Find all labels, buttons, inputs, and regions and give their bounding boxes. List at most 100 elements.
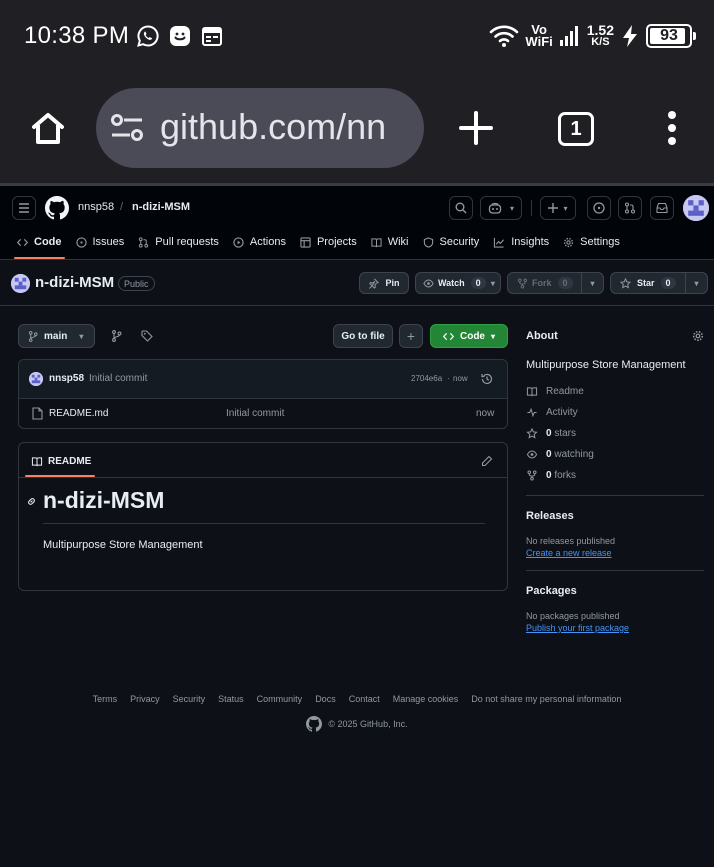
footer-link-contact[interactable]: Contact (348, 694, 381, 704)
file-name[interactable]: README.md (49, 408, 108, 419)
tab-pull-requests[interactable]: Pull requests (131, 230, 226, 254)
branches-link[interactable] (106, 326, 126, 346)
watch-button[interactable]: Watch 0 ▾ (415, 272, 501, 294)
pencil-icon[interactable] (481, 455, 493, 467)
speed-value: 1.52 (586, 22, 614, 38)
copilot-button[interactable]: ▾ (480, 196, 522, 220)
about-watching[interactable]: 0 watching (526, 444, 704, 465)
footer-link-manage-cookies[interactable]: Manage cookies (392, 694, 460, 704)
url-text[interactable]: github.com/nn (160, 106, 386, 148)
latest-commit-row: nnsp58 Initial commit 2704e6a · now (19, 360, 507, 399)
releases-title[interactable]: Releases (526, 510, 704, 522)
tab-wiki[interactable]: Wiki (364, 230, 416, 254)
footer-link-do-not-share[interactable]: Do not share my personal information (470, 694, 622, 704)
tab-security[interactable]: Security (416, 230, 487, 254)
search-button[interactable] (449, 196, 473, 220)
commit-message[interactable]: Initial commit (89, 373, 147, 384)
star-button[interactable]: Star 0 ▾ (610, 272, 708, 294)
about-description: Multipurpose Store Management (526, 359, 686, 371)
readme-tab[interactable]: README (25, 451, 95, 477)
tab-pull-requests-label: Pull requests (155, 236, 219, 248)
breadcrumb-owner[interactable]: nnsp58 (78, 201, 114, 213)
tab-insights[interactable]: Insights (486, 230, 556, 254)
tab-projects[interactable]: Projects (293, 230, 364, 254)
tab-actions[interactable]: Actions (226, 230, 293, 254)
stars-label: stars (554, 428, 577, 439)
footer-link-security[interactable]: Security (172, 694, 207, 704)
star-dropdown-icon[interactable]: ▾ (685, 273, 707, 293)
about-readme[interactable]: Readme (526, 381, 704, 402)
user-avatar[interactable] (683, 195, 709, 221)
pull-requests-button[interactable] (618, 196, 642, 220)
forks-label: forks (554, 470, 577, 481)
branch-selector[interactable]: main ▾ (18, 324, 95, 348)
go-to-file-button[interactable]: Go to file (333, 324, 393, 348)
pin-button[interactable]: Pin (359, 272, 409, 294)
readme-body: Multipurpose Store Management (43, 539, 203, 551)
hamburger-button[interactable] (12, 196, 36, 220)
site-settings-icon[interactable] (110, 112, 144, 144)
create-new-button[interactable]: ▾ (540, 196, 576, 220)
branch-icon (28, 330, 38, 342)
github-logo-icon[interactable] (45, 196, 69, 220)
repo-title[interactable]: n-dizi-MSM (35, 274, 114, 291)
status-time: 10:38 PM (24, 22, 130, 49)
issues-button[interactable] (587, 196, 611, 220)
about-stars[interactable]: 0 stars (526, 423, 704, 444)
fork-dropdown-icon[interactable]: ▾ (581, 273, 603, 293)
file-row[interactable]: README.md Initial commit now (19, 399, 507, 428)
fork-button[interactable]: Fork 0 ▾ (507, 272, 604, 294)
copyright-text: © 2025 GitHub, Inc. (328, 719, 408, 729)
create-dropdown-icon: ▾ (563, 203, 568, 213)
history-icon[interactable] (480, 372, 494, 386)
browser-toolbar: github.com/nn 1 (0, 72, 714, 183)
packages-title[interactable]: Packages (526, 585, 704, 597)
file-icon (32, 407, 43, 420)
gear-icon[interactable] (692, 330, 704, 342)
footer-link-docs[interactable]: Docs (314, 694, 337, 704)
star-label: Star (637, 278, 655, 288)
breadcrumb-repo[interactable]: n-dizi-MSM (132, 201, 190, 213)
inbox-icon (656, 202, 668, 214)
inbox-button[interactable] (650, 196, 674, 220)
wifi-icon (490, 25, 519, 47)
issues-icon (75, 236, 87, 248)
code-button[interactable]: Code ▾ (430, 324, 508, 348)
github-logo-icon[interactable] (306, 716, 323, 732)
tab-code[interactable]: Code (10, 230, 69, 259)
footer-link-privacy[interactable]: Privacy (129, 694, 161, 704)
readme-divider (19, 477, 507, 478)
breadcrumb-separator: / (120, 201, 124, 213)
add-file-button[interactable]: + (399, 324, 423, 348)
about-activity[interactable]: Activity (526, 402, 704, 423)
commit-author[interactable]: nnsp58 (49, 373, 84, 384)
forks-count: 0 (546, 470, 552, 481)
fork-count: 0 (557, 277, 573, 289)
new-tab-button[interactable] (452, 104, 500, 152)
create-release-link[interactable]: Create a new release (526, 548, 704, 558)
footer-link-terms[interactable]: Terms (92, 694, 119, 704)
link-icon[interactable] (26, 496, 37, 507)
tab-settings[interactable]: Settings (556, 230, 627, 254)
browser-menu-button[interactable] (654, 104, 690, 152)
spacer-2 (480, 639, 481, 640)
about-forks[interactable]: 0 forks (526, 465, 704, 486)
tab-issues[interactable]: Issues (69, 230, 132, 254)
releases-empty: No releases published (526, 536, 616, 546)
watching-label: watching (554, 449, 594, 460)
commit-hash[interactable]: 2704e6a (411, 374, 442, 383)
identicon-icon (11, 274, 30, 293)
repo-title-row: n-dizi-MSM Public Pin Watch 0 ▾ Fork 0 ▾ (0, 260, 714, 306)
pin-label: Pin (385, 278, 400, 288)
tab-switcher-button[interactable]: 1 (558, 112, 594, 146)
watch-dropdown-icon[interactable]: ▾ (486, 279, 500, 288)
home-button[interactable] (24, 104, 72, 152)
file-commit-message[interactable]: Initial commit (226, 408, 284, 419)
publish-package-link[interactable]: Publish your first package (526, 623, 704, 633)
pulse-icon (527, 407, 537, 418)
address-bar[interactable]: github.com/nn (96, 88, 424, 168)
footer-link-community[interactable]: Community (256, 694, 304, 704)
visibility-badge: Public (118, 276, 155, 291)
footer-link-status[interactable]: Status (217, 694, 245, 704)
tags-link[interactable] (137, 326, 157, 346)
